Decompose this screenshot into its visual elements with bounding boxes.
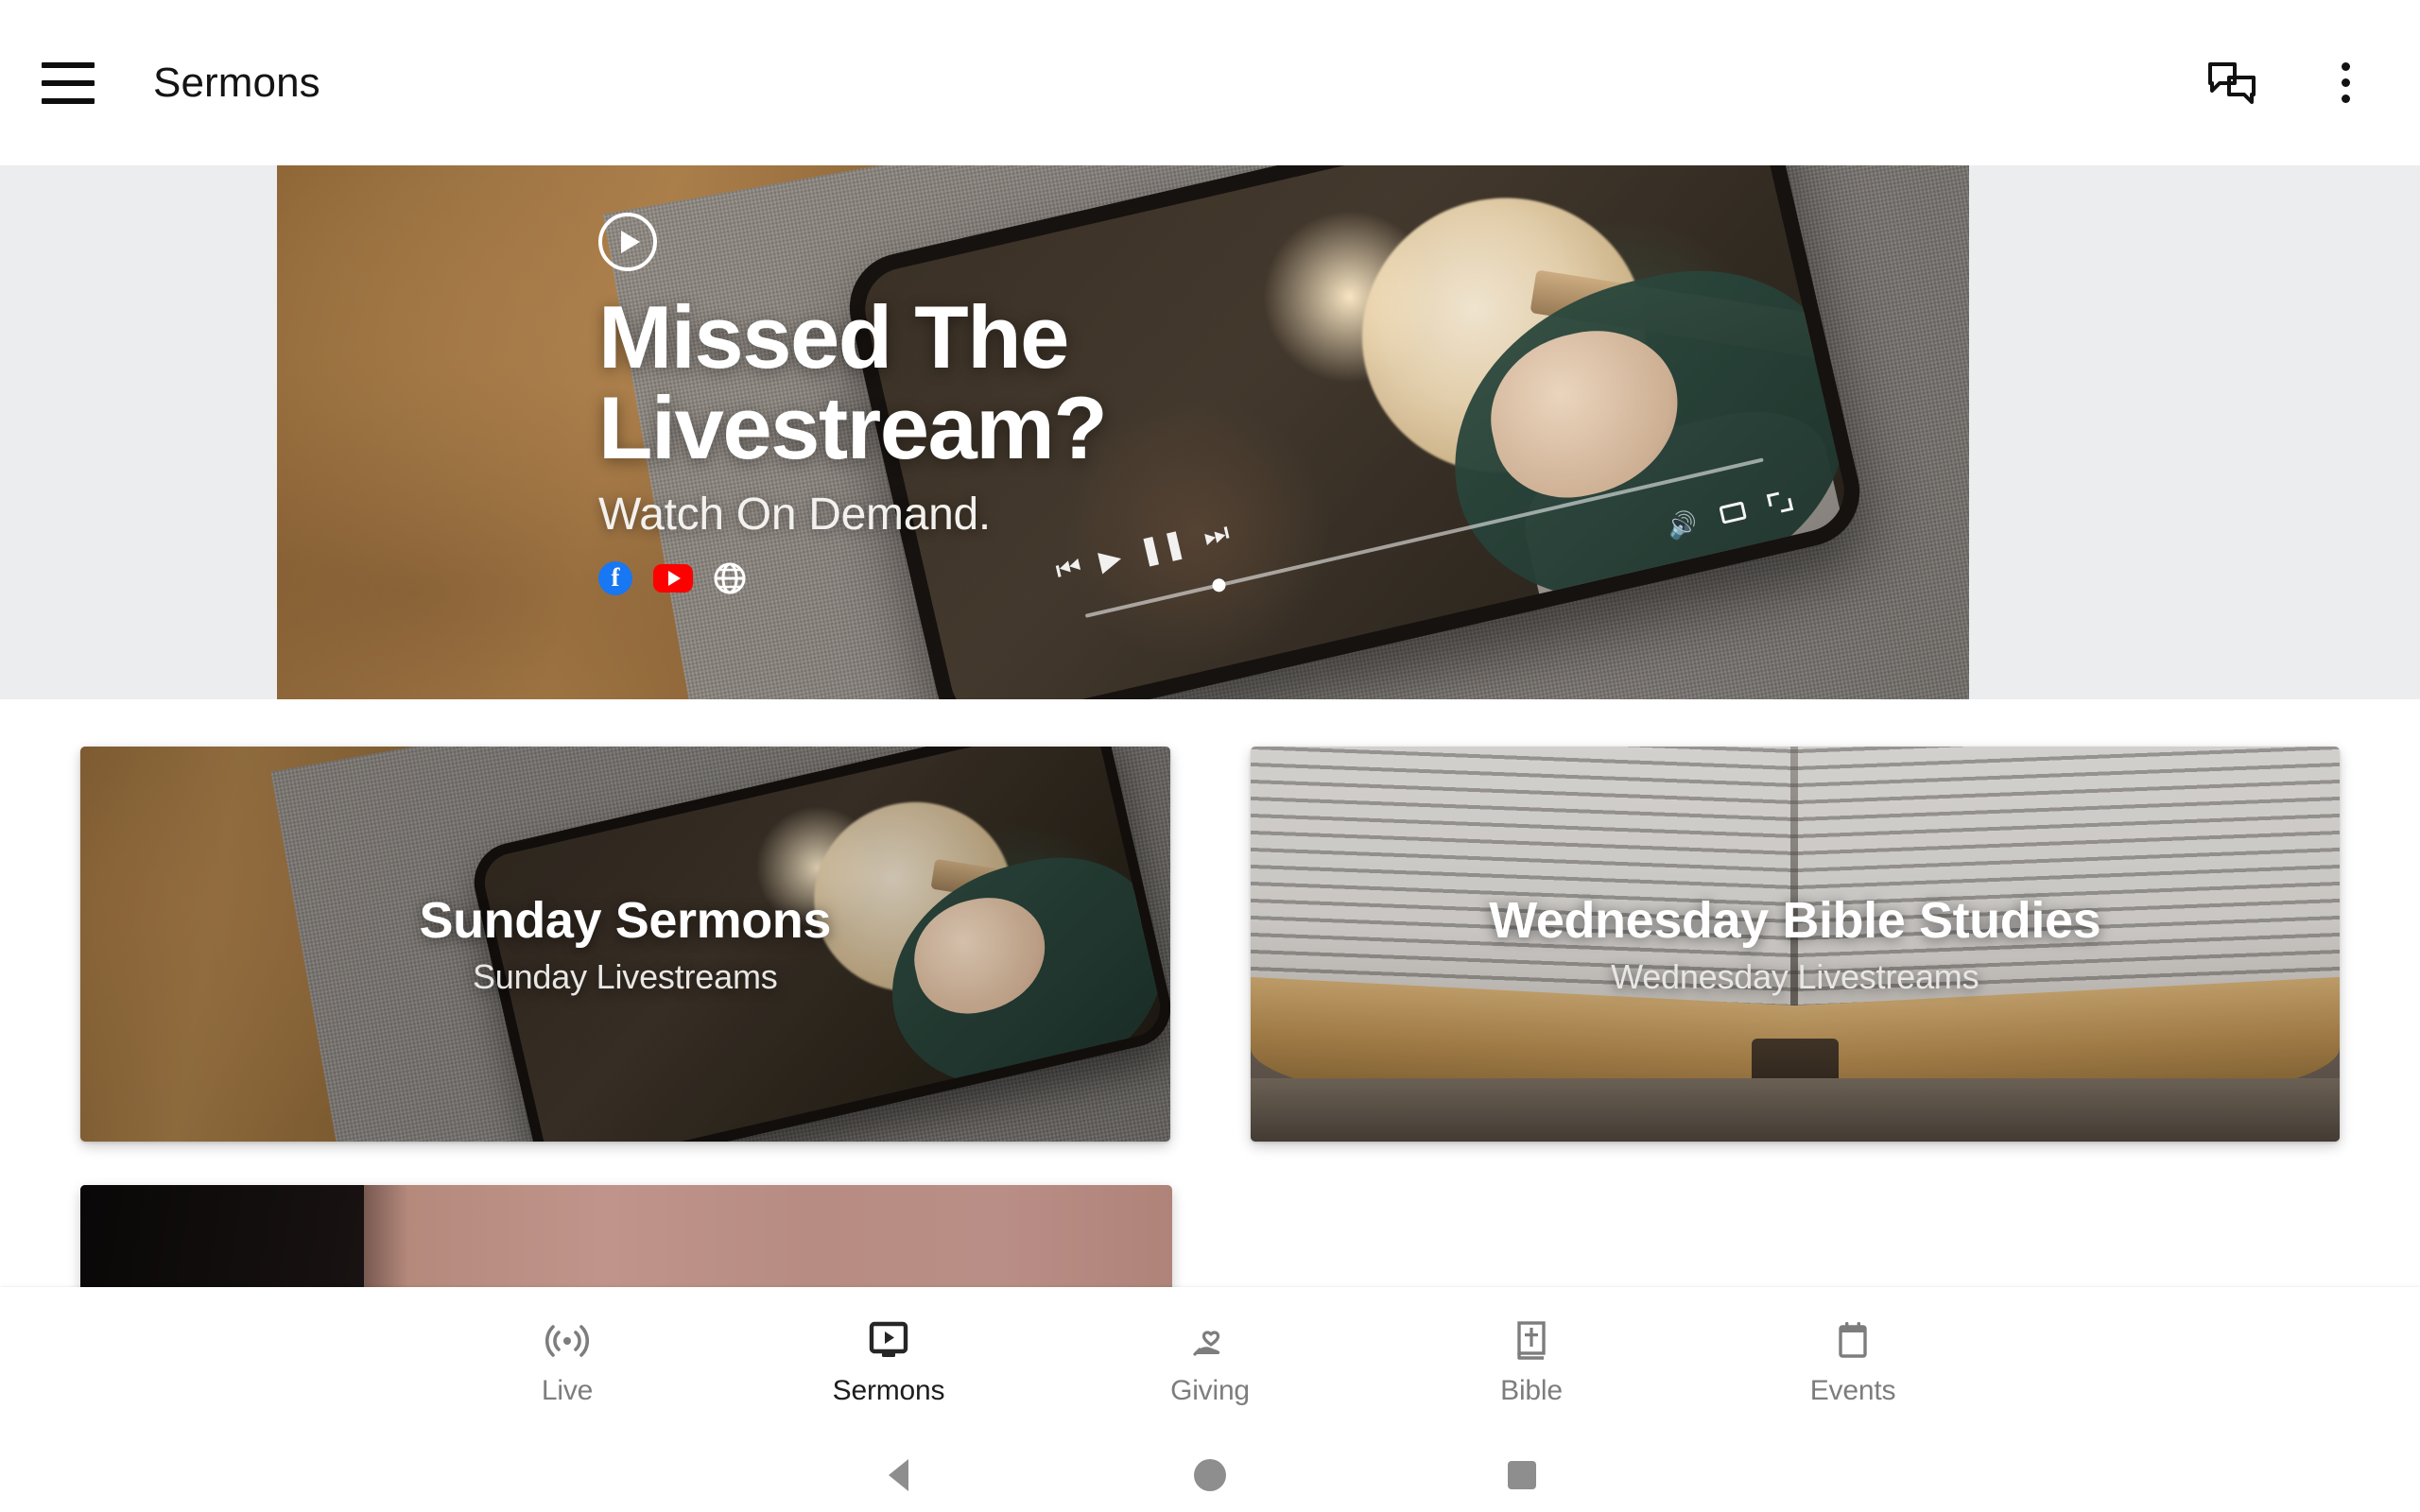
play-circle-icon[interactable] — [598, 213, 657, 271]
bible-book-icon — [1512, 1318, 1550, 1364]
card-text-block: Sunday Sermons Sunday Livestreams — [80, 747, 1170, 1142]
android-system-navigation-bar — [0, 1438, 2420, 1512]
nav-label-live: Live — [541, 1375, 594, 1406]
bible-book-glyph — [1517, 1321, 1546, 1360]
overflow-dots — [2341, 62, 2350, 103]
tv-play-icon — [868, 1318, 909, 1364]
hamburger-line — [42, 61, 95, 68]
more-vertical-icon[interactable] — [2316, 54, 2375, 112]
facebook-icon[interactable]: f — [598, 560, 632, 595]
bottom-navigation-bar: Live Sermons Giving Bible Events — [0, 1287, 2420, 1438]
globe-glyph — [714, 562, 746, 594]
hamburger-line — [42, 79, 95, 86]
hero-title-line1: Missed The — [598, 287, 1069, 387]
card-sunday-sermons[interactable]: Sunday Sermons Sunday Livestreams — [80, 747, 1170, 1142]
page-title: Sermons — [153, 59, 320, 106]
nav-item-sermons[interactable]: Sermons — [728, 1318, 1049, 1407]
chat-bubbles-icon[interactable] — [2203, 54, 2261, 112]
home-circle — [1194, 1459, 1226, 1491]
recents-square — [1508, 1461, 1536, 1489]
play-triangle — [621, 231, 640, 253]
facebook-glyph: f — [598, 560, 632, 595]
dot — [2341, 78, 2350, 87]
nav-label-giving: Giving — [1170, 1375, 1250, 1406]
back-triangle — [888, 1459, 908, 1491]
nav-label-sermons: Sermons — [832, 1375, 945, 1406]
chat-bubbles-glyph — [2208, 61, 2256, 104]
hamburger-menu-icon[interactable] — [42, 61, 95, 104]
card-subtitle: Wednesday Livestreams — [1611, 957, 1979, 996]
dot — [2341, 62, 2350, 71]
hero-content: Missed The Livestream? Watch On Demand. … — [598, 213, 1108, 595]
card-title: Wednesday Bible Studies — [1489, 892, 2101, 949]
hand-heart-icon — [1189, 1318, 1231, 1364]
card-title: Sunday Sermons — [419, 892, 832, 949]
app-root: Sermons ⏮ ▶ ❚❚ ⏭ 🔊 Missed The Livestream… — [0, 0, 2420, 1512]
hero-social-links: f — [598, 560, 1106, 595]
calendar-glyph — [1839, 1322, 1867, 1358]
hero-subtitle: Watch On Demand. — [598, 489, 991, 540]
hand-heart-glyph — [1193, 1331, 1220, 1356]
android-home-icon[interactable] — [1054, 1459, 1366, 1491]
cards-row: Sunday Sermons Sunday Livestreams Wednes… — [80, 747, 2340, 1142]
android-recents-icon[interactable] — [1366, 1461, 1678, 1489]
hamburger-line — [42, 97, 95, 104]
youtube-icon[interactable] — [653, 563, 693, 593]
card-wednesday-bible-studies[interactable]: Wednesday Bible Studies Wednesday Livest… — [1250, 747, 2341, 1142]
youtube-play-triangle — [668, 570, 681, 586]
nav-label-bible: Bible — [1500, 1375, 1563, 1406]
nav-label-events: Events — [1809, 1375, 1896, 1406]
broadcast-live-glyph — [545, 1325, 589, 1357]
hero-overlay: Missed The Livestream? Watch On Demand. … — [277, 165, 1969, 699]
website-globe-icon[interactable] — [714, 562, 746, 594]
nav-item-live[interactable]: Live — [406, 1318, 728, 1407]
nav-item-events[interactable]: Events — [1692, 1318, 2014, 1407]
card-text-block: Wednesday Bible Studies Wednesday Livest… — [1251, 747, 2341, 1142]
android-back-icon[interactable] — [742, 1459, 1054, 1491]
tv-play-glyph — [869, 1321, 908, 1357]
hero-title: Missed The Livestream? — [598, 287, 1108, 477]
nav-item-giving[interactable]: Giving — [1049, 1318, 1371, 1407]
dot — [2341, 94, 2350, 103]
broadcast-live-icon — [545, 1318, 589, 1364]
card-subtitle: Sunday Livestreams — [472, 957, 778, 996]
nav-item-bible[interactable]: Bible — [1371, 1318, 1692, 1407]
hero-title-line2: Livestream? — [598, 377, 1108, 477]
app-bar-actions — [2203, 54, 2375, 112]
app-bar: Sermons — [0, 0, 2420, 165]
calendar-icon — [1834, 1318, 1872, 1364]
